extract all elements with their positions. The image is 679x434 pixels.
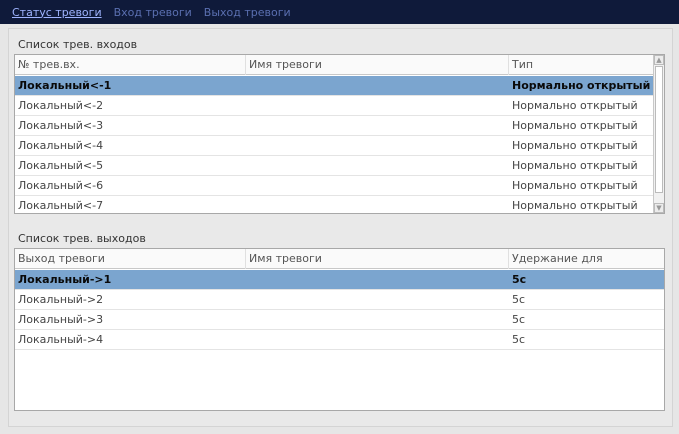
table-row[interactable]: Локальный<-6 Нормально открытый: [15, 176, 655, 196]
table-cell-id: Локальный<-1: [18, 78, 112, 92]
column-header-input-number[interactable]: № трев.вх.: [15, 55, 246, 75]
chevron-up-icon[interactable]: ▲: [654, 55, 664, 65]
table-cell-type: Нормально открытый: [512, 98, 638, 112]
table-cell-id: Локальный<-5: [18, 158, 104, 172]
table-cell-type: Нормально открытый: [512, 78, 651, 92]
alarm-outputs-table: Выход тревоги Имя тревоги Удержание для …: [14, 248, 665, 411]
tab-alarm-status[interactable]: Статус тревоги: [12, 6, 102, 19]
column-header-alarm-name[interactable]: Имя тревоги: [246, 249, 509, 269]
table-row[interactable]: Локальный<-2 Нормально открытый: [15, 96, 655, 116]
table-row[interactable]: Локальный<-1 Нормально открытый: [15, 76, 655, 96]
inputs-scrollbar[interactable]: ▲ ▼: [653, 55, 664, 213]
table-cell-type: Нормально открытый: [512, 118, 638, 132]
column-header-alarm-output[interactable]: Выход тревоги: [15, 249, 246, 269]
outputs-table-header: Выход тревоги Имя тревоги Удержание для: [15, 249, 664, 269]
column-header-alarm-name[interactable]: Имя тревоги: [246, 55, 509, 75]
table-cell-id: Локальный->2: [18, 292, 104, 306]
inputs-section-title: Список трев. входов: [18, 38, 138, 51]
table-cell-id: Локальный<-3: [18, 118, 104, 132]
table-cell-id: Локальный<-2: [18, 98, 104, 112]
tab-alarm-input[interactable]: Вход тревоги: [114, 6, 192, 19]
table-cell-hold: 5с: [512, 312, 526, 326]
table-cell-type: Нормально открытый: [512, 158, 638, 172]
table-row[interactable]: Локальный->4 5с: [15, 330, 664, 350]
table-cell-id: Локальный->4: [18, 332, 104, 346]
table-cell-type: Нормально открытый: [512, 138, 638, 152]
alarm-inputs-table: № трев.вх. Имя тревоги Тип Локальный<-1 Н…: [14, 54, 665, 214]
table-cell-id: Локальный<-6: [18, 178, 104, 192]
table-row[interactable]: Локальный->2 5с: [15, 290, 664, 310]
table-cell-type: Нормально открытый: [512, 178, 638, 192]
tab-alarm-output[interactable]: Выход тревоги: [204, 6, 291, 19]
chevron-down-icon[interactable]: ▼: [654, 203, 664, 213]
table-row[interactable]: Локальный<-4 Нормально открытый: [15, 136, 655, 156]
scrollbar-thumb[interactable]: [655, 66, 663, 193]
table-row[interactable]: Локальный<-3 Нормально открытый: [15, 116, 655, 136]
alarm-status-panel: Список трев. входов № трев.вх. Имя трево…: [8, 28, 673, 427]
column-header-hold-for[interactable]: Удержание для: [509, 249, 664, 269]
table-cell-hold: 5с: [512, 332, 526, 346]
table-cell-id: Локальный<-7: [18, 198, 104, 212]
table-cell-type: Нормально открытый: [512, 198, 638, 212]
table-cell-id: Локальный->1: [18, 272, 112, 286]
table-cell-id: Локальный->3: [18, 312, 104, 326]
table-row[interactable]: Локальный<-7 Нормально открытый: [15, 196, 655, 213]
outputs-section-title: Список трев. выходов: [18, 232, 146, 245]
inputs-table-header: № трев.вх. Имя тревоги Тип: [15, 55, 655, 75]
table-row[interactable]: Локальный->3 5с: [15, 310, 664, 330]
table-cell-hold: 5с: [512, 272, 527, 286]
table-cell-id: Локальный<-4: [18, 138, 104, 152]
tab-bar: Статус тревоги Вход тревоги Выход тревог…: [0, 0, 679, 24]
table-row[interactable]: Локальный<-5 Нормально открытый: [15, 156, 655, 176]
table-cell-hold: 5с: [512, 292, 526, 306]
column-header-type[interactable]: Тип: [509, 55, 655, 75]
table-row[interactable]: Локальный->1 5с: [15, 270, 664, 290]
